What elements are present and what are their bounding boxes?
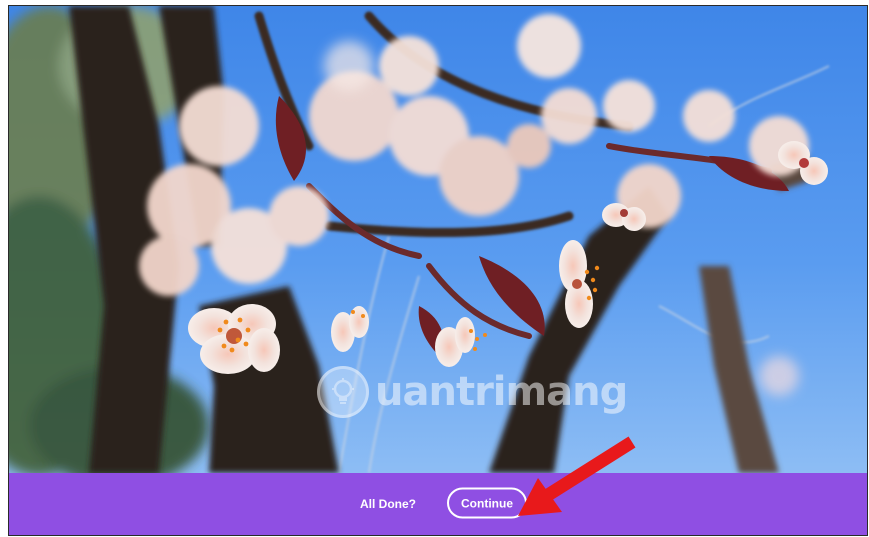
background-photo: uantrimang <box>9 6 867 473</box>
completion-footer: All Done? Continue <box>9 473 867 535</box>
watermark-text: uantrimang <box>375 369 628 415</box>
app-frame: uantrimang All Done? Continue <box>8 5 868 536</box>
all-done-label: All Done? <box>360 497 416 511</box>
lightbulb-icon <box>317 366 369 418</box>
continue-button[interactable]: Continue <box>447 487 527 519</box>
watermark: uantrimang <box>317 366 628 418</box>
